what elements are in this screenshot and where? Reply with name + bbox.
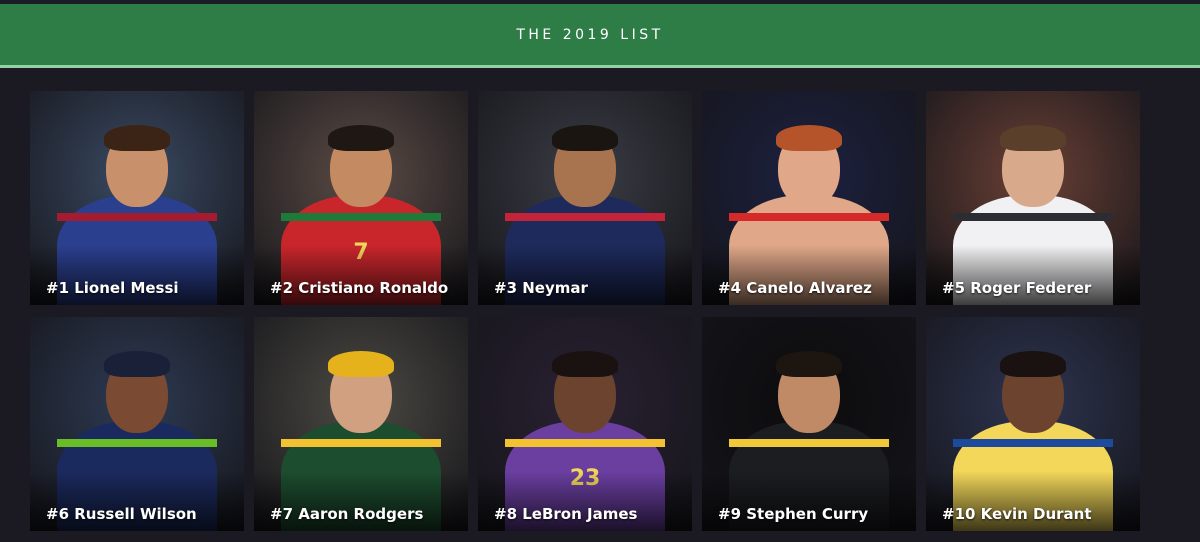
athlete-hair	[104, 351, 170, 377]
jersey-trim	[953, 213, 1113, 221]
athlete-card[interactable]: #6 Russell Wilson	[30, 317, 244, 531]
athlete-card[interactable]: #7 Aaron Rodgers	[254, 317, 468, 531]
jersey-trim	[729, 439, 889, 447]
jersey-trim	[281, 439, 441, 447]
athlete-grid: #1 Lionel Messi 7#2 Cristiano Ronaldo #3 N…	[30, 91, 1140, 531]
athlete-card[interactable]: #9 Stephen Curry	[702, 317, 916, 531]
athlete-rank-name: #10 Kevin Durant	[942, 505, 1092, 523]
athlete-hair	[328, 125, 394, 151]
jersey-trim	[57, 213, 217, 221]
athlete-hair	[1000, 351, 1066, 377]
athlete-face	[104, 125, 170, 207]
athlete-rank-name: #4 Canelo Alvarez	[718, 279, 872, 297]
jersey-trim	[57, 439, 217, 447]
athlete-card[interactable]: 35#10 Kevin Durant	[926, 317, 1140, 531]
athlete-card[interactable]: #5 Roger Federer	[926, 91, 1140, 305]
athlete-rank-name: #3 Neymar	[494, 279, 588, 297]
athlete-face	[104, 351, 170, 433]
athlete-rank-name: #1 Lionel Messi	[46, 279, 179, 297]
athlete-rank-name: #5 Roger Federer	[942, 279, 1092, 297]
athlete-face	[776, 125, 842, 207]
athlete-rank-name: #2 Cristiano Ronaldo	[270, 279, 449, 297]
athlete-hair	[776, 351, 842, 377]
athlete-hair	[776, 125, 842, 151]
athlete-face	[552, 125, 618, 207]
athlete-card[interactable]: #1 Lionel Messi	[30, 91, 244, 305]
athlete-card[interactable]: 7#2 Cristiano Ronaldo	[254, 91, 468, 305]
athlete-face	[552, 351, 618, 433]
header-divider	[0, 65, 1200, 68]
athlete-hair	[552, 125, 618, 151]
jersey-trim	[953, 439, 1113, 447]
athlete-hair	[104, 125, 170, 151]
jersey-trim	[729, 213, 889, 221]
athlete-card[interactable]: 23#8 LeBron James	[478, 317, 692, 531]
athlete-face	[1000, 125, 1066, 207]
jersey-trim	[505, 439, 665, 447]
athlete-card[interactable]: #4 Canelo Alvarez	[702, 91, 916, 305]
athlete-hair	[552, 351, 618, 377]
jersey-trim	[505, 213, 665, 221]
athlete-rank-name: #6 Russell Wilson	[46, 505, 197, 523]
athlete-face	[1000, 351, 1066, 433]
athlete-face	[328, 125, 394, 207]
athlete-rank-name: #7 Aaron Rodgers	[270, 505, 424, 523]
page-header: THE 2019 LIST	[0, 4, 1200, 65]
page-title: THE 2019 LIST	[516, 26, 664, 43]
athlete-face	[776, 351, 842, 433]
jersey-trim	[281, 213, 441, 221]
athlete-rank-name: #9 Stephen Curry	[718, 505, 869, 523]
athlete-rank-name: #8 LeBron James	[494, 505, 638, 523]
athlete-face	[328, 351, 394, 433]
athlete-card[interactable]: #3 Neymar	[478, 91, 692, 305]
athlete-hair	[1000, 125, 1066, 151]
athlete-hair	[328, 351, 394, 377]
